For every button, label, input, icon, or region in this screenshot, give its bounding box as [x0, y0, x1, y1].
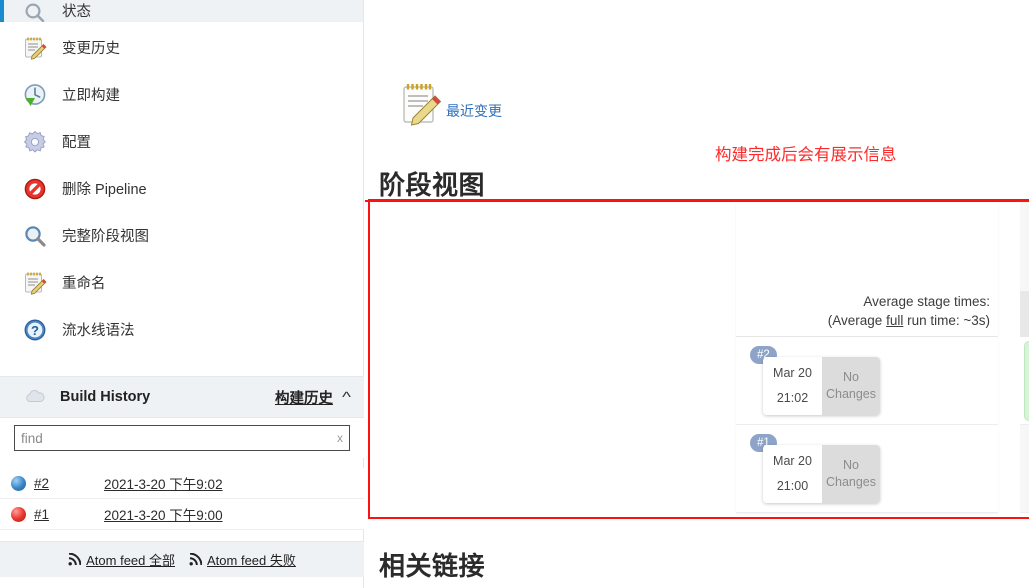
build-timestamp-link[interactable]: 2021-3-20 下午9:02 [104, 473, 223, 493]
magnifier-icon [22, 0, 48, 22]
sidebar-item-label: 配置 [62, 135, 91, 151]
sidebar-item-label: 流水线语法 [62, 323, 135, 339]
run-date-day: Mar 20 [773, 366, 812, 380]
sidebar-item-label: 重命名 [62, 276, 106, 292]
notepad-pencil-icon [22, 270, 48, 296]
build-history-footer: Atom feed 全部 Atom feed 失败 [0, 541, 364, 577]
rss-icon [189, 552, 203, 566]
run-card[interactable]: Mar 20 21:02 No Changes [763, 357, 880, 415]
build-history-find-wrap: find x [0, 418, 364, 458]
sidebar-item-status[interactable]: 状态 [0, 0, 363, 22]
run-date-time: 21:02 [776, 391, 809, 405]
stage-column-header: Hello [1020, 202, 1029, 291]
recent-changes-link[interactable]: 最近变更 [446, 101, 502, 128]
svg-text:?: ? [31, 323, 39, 338]
run-date: Mar 20 21:00 [763, 445, 822, 503]
legend-line-1: Average stage times: [863, 294, 990, 309]
stage-cell-value: 137ms [1024, 340, 1029, 421]
sidebar-item-label: 立即构建 [62, 88, 120, 104]
sidebar-item-rename[interactable]: 重命名 [0, 259, 363, 306]
build-now-icon [22, 82, 48, 108]
sidebar-item-pipeline-syntax[interactable]: ? 流水线语法 [0, 306, 363, 353]
legend-l2-pre: (Average [827, 313, 887, 328]
page-title-stage-view: 阶段视图 [379, 170, 486, 200]
stage-view-left-column: Average stage times: (Average full run t… [736, 202, 998, 513]
annotation-text: 构建完成后会有展示信息 [715, 146, 897, 164]
page-root: 状态 变更历史 立即构建 配置 删除 Pipeline 完整阶段视图 重命名 ?… [0, 0, 1029, 588]
stage-cell[interactable]: 137ms [1020, 337, 1029, 425]
notepad-pencil-icon [399, 80, 445, 128]
notepad-pencil-icon [22, 35, 48, 61]
stage-run-row[interactable]: #1 Mar 20 21:00 No Changes [736, 425, 998, 513]
run-changes[interactable]: No Changes [822, 357, 880, 415]
weather-cloud-icon [24, 386, 46, 408]
rss-icon [68, 552, 82, 566]
sidebar-item-label: 完整阶段视图 [62, 229, 149, 245]
stage-columns: Hello 137ms 137ms Declarative: Post Acti… [1020, 202, 1029, 513]
run-changes[interactable]: No Changes [822, 445, 880, 503]
page-title-related-links: 相关链接 [379, 551, 486, 581]
stage-column-hello: Hello 137ms 137ms [1020, 202, 1029, 513]
build-number-link[interactable]: #2 [34, 476, 104, 491]
gear-icon [22, 129, 48, 155]
build-timestamp-link[interactable]: 2021-3-20 下午9:00 [104, 504, 223, 524]
sidebar: 状态 变更历史 立即构建 配置 删除 Pipeline 完整阶段视图 重命名 ?… [0, 0, 364, 588]
search-input-placeholder: find [21, 430, 43, 446]
sidebar-item-delete-pipeline[interactable]: 删除 Pipeline [0, 165, 363, 212]
sidebar-item-change-history[interactable]: 变更历史 [0, 24, 363, 71]
atom-feed-all[interactable]: Atom feed 全部 [68, 550, 175, 569]
question-circle-icon: ? [22, 317, 48, 343]
build-history-link[interactable]: 构建历史 [275, 387, 333, 408]
build-history-row[interactable]: #2 2021-3-20 下午9:02 [0, 468, 364, 499]
sidebar-item-configure[interactable]: 配置 [0, 118, 363, 165]
build-history-actions: 构建历史 ^ [275, 387, 351, 408]
sidebar-item-label: 状态 [62, 4, 91, 20]
search-input[interactable]: find x [14, 425, 350, 451]
magnifier-icon [22, 223, 48, 249]
run-card[interactable]: Mar 20 21:00 No Changes [763, 445, 880, 503]
build-history-header[interactable]: Build History 构建历史 ^ [0, 376, 364, 418]
legend-line-2: (Average full run time: ~3s) [828, 311, 990, 330]
legend-l2-full[interactable]: full [886, 313, 903, 328]
chevron-up-icon[interactable]: ^ [342, 389, 351, 406]
build-number-link[interactable]: #1 [34, 507, 104, 522]
sidebar-item-build-now[interactable]: 立即构建 [0, 71, 363, 118]
status-ball-blue [11, 475, 26, 491]
stage-cell [1020, 425, 1029, 513]
average-stage-times-legend: Average stage times: (Average full run t… [736, 202, 998, 337]
run-date-day: Mar 20 [773, 454, 812, 468]
sidebar-item-label: 变更历史 [62, 41, 120, 57]
atom-feed-all-label: Atom feed 全部 [86, 553, 175, 568]
atom-feed-failed[interactable]: Atom feed 失败 [189, 550, 296, 569]
status-ball-red [11, 506, 26, 522]
stage-view-table: Average stage times: (Average full run t… [736, 202, 1029, 516]
clear-search-icon[interactable]: x [337, 431, 343, 445]
main-content: 最近变更 构建完成后会有展示信息 阶段视图 相关链接 Average stage… [365, 0, 1029, 588]
stage-average: 137ms [1020, 291, 1029, 337]
no-entry-icon [22, 176, 48, 202]
run-date-time: 21:00 [776, 479, 809, 493]
build-history-title: Build History [60, 389, 151, 405]
atom-feed-failed-label: Atom feed 失败 [207, 553, 296, 568]
build-history-row[interactable]: #1 2021-3-20 下午9:00 [0, 499, 364, 530]
sidebar-item-label: 删除 Pipeline [62, 182, 147, 198]
run-date: Mar 20 21:02 [763, 357, 822, 415]
stage-run-row[interactable]: #2 Mar 20 21:02 No Changes [736, 337, 998, 425]
sidebar-item-full-stage-view[interactable]: 完整阶段视图 [0, 212, 363, 259]
legend-l2-post: run time: ~3s) [903, 313, 990, 328]
recent-changes[interactable]: 最近变更 [399, 80, 502, 128]
